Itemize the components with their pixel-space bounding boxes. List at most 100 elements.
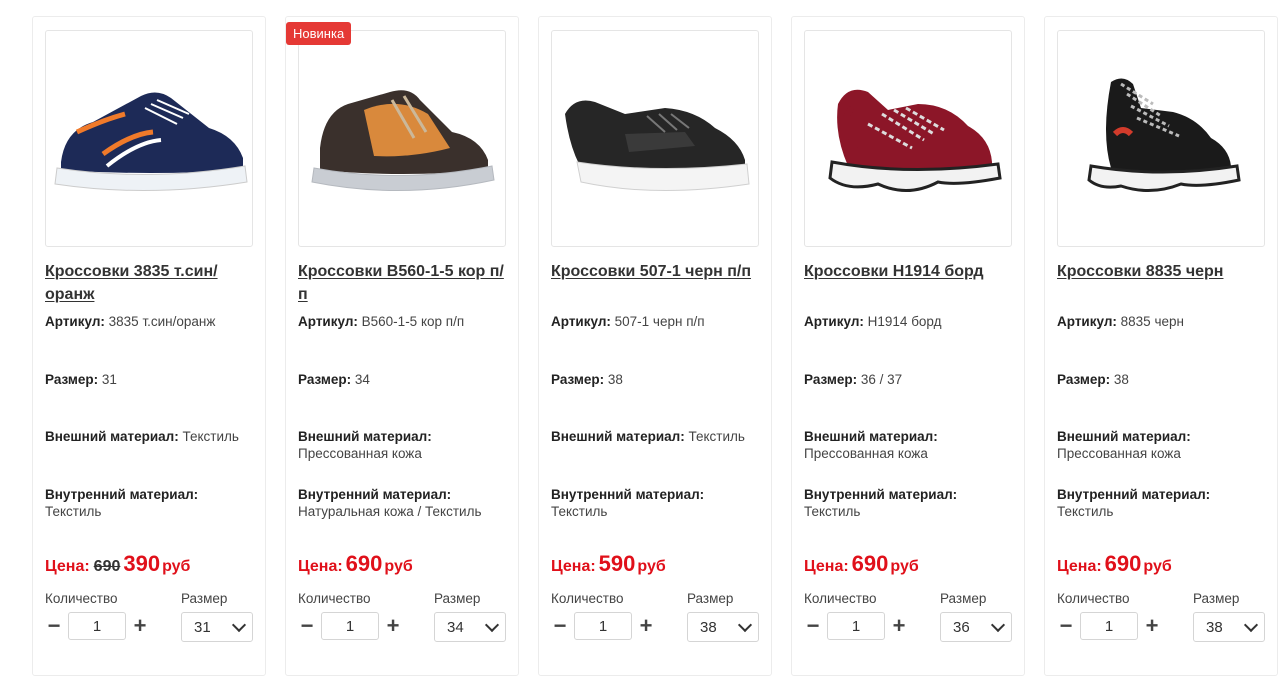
size-select-value: 38 bbox=[1206, 618, 1223, 636]
outer-material-value: Прессованная кожа bbox=[1057, 446, 1181, 461]
article-row: Артикул: B560-1-5 кор п/п bbox=[298, 313, 512, 330]
size-select-value: 38 bbox=[700, 618, 717, 636]
plus-button[interactable]: + bbox=[890, 611, 908, 641]
size-select[interactable]: 34 bbox=[434, 612, 506, 642]
price-label: Цена: bbox=[298, 558, 343, 575]
product-title-link[interactable]: Кроссовки 507-1 черн п/п bbox=[551, 260, 763, 283]
article-row: Артикул: H1914 борд bbox=[804, 313, 1018, 330]
sneaker-image bbox=[565, 100, 750, 191]
product-image-frame[interactable] bbox=[804, 30, 1012, 247]
sneaker-image bbox=[311, 89, 495, 191]
size-select[interactable]: 38 bbox=[1193, 612, 1265, 642]
quantity-label: Количество bbox=[298, 591, 371, 606]
quantity-input[interactable] bbox=[1080, 612, 1138, 640]
outer-material-label: Внешний материал: bbox=[298, 429, 432, 444]
quantity-stepper: − + bbox=[45, 611, 149, 641]
quantity-stepper: − + bbox=[1057, 611, 1161, 641]
inner-material-label: Внутренний материал: bbox=[804, 487, 958, 502]
article-label: Артикул: bbox=[804, 314, 864, 329]
article-value: B560-1-5 кор п/п bbox=[361, 314, 465, 329]
size-value: 34 bbox=[354, 372, 370, 387]
size-value: 31 bbox=[101, 372, 117, 387]
product-image-frame[interactable] bbox=[551, 30, 759, 247]
price-value: 690 bbox=[851, 551, 889, 576]
size-select-label: Размер bbox=[181, 591, 228, 606]
size-select-label: Размер bbox=[687, 591, 734, 606]
product-image-frame[interactable] bbox=[45, 30, 253, 247]
price-label: Цена: bbox=[804, 558, 849, 575]
product-grid: Кроссовки 3835 т.син/оранж Артикул: 3835… bbox=[0, 0, 1280, 676]
article-label: Артикул: bbox=[298, 314, 358, 329]
size-select-label: Размер bbox=[1193, 591, 1240, 606]
inner-material-row: Внутренний материал: Текстиль bbox=[551, 486, 765, 520]
chevron-down-icon bbox=[737, 617, 753, 633]
size-select-value: 34 bbox=[447, 618, 464, 636]
plus-button[interactable]: + bbox=[384, 611, 402, 641]
minus-button[interactable]: − bbox=[45, 611, 63, 641]
size-label: Размер: bbox=[551, 372, 605, 387]
chevron-down-icon bbox=[231, 617, 247, 633]
product-image-frame[interactable] bbox=[1057, 30, 1265, 247]
size-label: Размер: bbox=[298, 372, 352, 387]
quantity-input[interactable] bbox=[68, 612, 126, 640]
size-value: 38 bbox=[1113, 372, 1129, 387]
plus-button[interactable]: + bbox=[131, 611, 149, 641]
price-row: Цена: 690 руб bbox=[804, 551, 919, 577]
outer-material-row: Внешний материал: Прессованная кожа bbox=[804, 428, 1018, 462]
quantity-stepper: − + bbox=[298, 611, 402, 641]
chevron-down-icon bbox=[1243, 617, 1259, 633]
size-select-label: Размер bbox=[940, 591, 987, 606]
product-card: Кроссовки 507-1 черн п/п Артикул: 507-1 … bbox=[538, 16, 772, 676]
minus-button[interactable]: − bbox=[804, 611, 822, 641]
new-badge: Новинка bbox=[286, 22, 352, 45]
outer-material-label: Внешний материал: bbox=[45, 429, 179, 444]
quantity-input[interactable] bbox=[321, 612, 379, 640]
inner-material-value: Натуральная кожа / Текстиль bbox=[298, 504, 482, 519]
outer-material-label: Внешний материал: bbox=[551, 429, 685, 444]
outer-material-value: Текстиль bbox=[182, 429, 239, 444]
chevron-down-icon bbox=[990, 617, 1006, 633]
quantity-stepper: − + bbox=[804, 611, 908, 641]
product-image-frame[interactable] bbox=[298, 30, 506, 247]
price-label: Цена: bbox=[551, 558, 596, 575]
inner-material-row: Внутренний материал: Текстиль bbox=[45, 486, 259, 520]
chevron-down-icon bbox=[484, 617, 500, 633]
plus-button[interactable]: + bbox=[637, 611, 655, 641]
article-value: 3835 т.син/оранж bbox=[108, 314, 216, 329]
minus-button[interactable]: − bbox=[1057, 611, 1075, 641]
article-label: Артикул: bbox=[551, 314, 611, 329]
size-select-label: Размер bbox=[434, 591, 481, 606]
quantity-input[interactable] bbox=[574, 612, 632, 640]
price-label: Цена: bbox=[45, 558, 90, 575]
shoe-accent-panel bbox=[364, 103, 450, 156]
outer-material-label: Внешний материал: bbox=[804, 429, 938, 444]
product-title-link[interactable]: Кроссовки H1914 борд bbox=[804, 260, 1016, 283]
quantity-input[interactable] bbox=[827, 612, 885, 640]
article-value: 507-1 черн п/п bbox=[614, 314, 705, 329]
product-title-link[interactable]: Кроссовки 3835 т.син/оранж bbox=[45, 260, 257, 306]
size-row: Размер: 36 / 37 bbox=[804, 371, 1018, 388]
currency-label: руб bbox=[637, 558, 666, 575]
article-row: Артикул: 507-1 черн п/п bbox=[551, 313, 765, 330]
product-card: Новинка Кроссовки B560-1-5 кор п/п Артик… bbox=[285, 16, 519, 676]
size-select[interactable]: 38 bbox=[687, 612, 759, 642]
outer-material-row: Внешний материал: Прессованная кожа bbox=[298, 428, 512, 462]
currency-label: руб bbox=[1143, 558, 1172, 575]
product-card: Кроссовки H1914 борд Артикул: H1914 борд… bbox=[791, 16, 1025, 676]
outer-material-value: Текстиль bbox=[688, 429, 745, 444]
product-card: Кроссовки 3835 т.син/оранж Артикул: 3835… bbox=[32, 16, 266, 676]
size-select-value: 36 bbox=[953, 618, 970, 636]
inner-material-value: Текстиль bbox=[551, 504, 608, 519]
minus-button[interactable]: − bbox=[298, 611, 316, 641]
size-select[interactable]: 31 bbox=[181, 612, 253, 642]
product-title-link[interactable]: Кроссовки B560-1-5 кор п/п bbox=[298, 260, 510, 306]
plus-button[interactable]: + bbox=[1143, 611, 1161, 641]
size-row: Размер: 31 bbox=[45, 371, 259, 388]
minus-button[interactable]: − bbox=[551, 611, 569, 641]
size-select[interactable]: 36 bbox=[940, 612, 1012, 642]
article-value: 8835 черн bbox=[1120, 314, 1184, 329]
currency-label: руб bbox=[384, 558, 413, 575]
quantity-label: Количество bbox=[45, 591, 118, 606]
product-title-link[interactable]: Кроссовки 8835 черн bbox=[1057, 260, 1269, 283]
price-label: Цена: bbox=[1057, 558, 1102, 575]
